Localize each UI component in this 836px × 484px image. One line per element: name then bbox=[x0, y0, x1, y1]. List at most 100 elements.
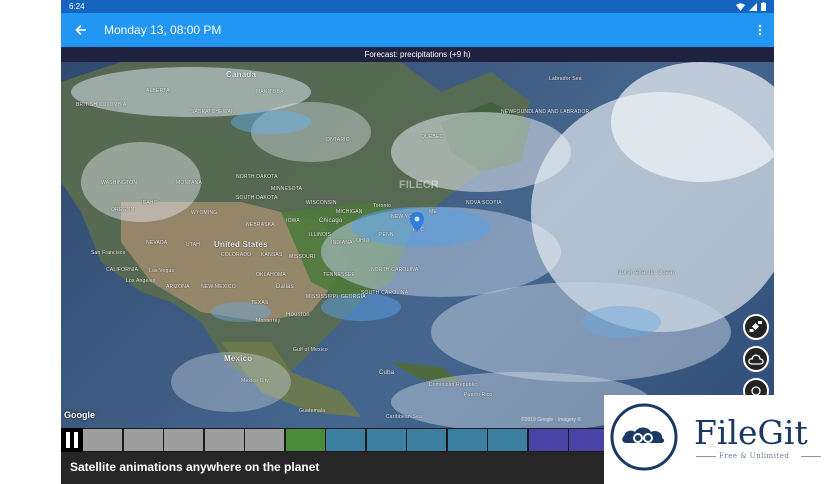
watermark: FILECR bbox=[399, 179, 439, 191]
map-label-monterrey: Monterrey bbox=[256, 318, 281, 324]
map-label-minnesota: MINNESOTA bbox=[271, 186, 303, 192]
status-bar: 6:24 bbox=[61, 0, 774, 13]
map-label-saskatchewan: SASKATCHEWAN bbox=[191, 109, 235, 115]
location-pin-icon[interactable] bbox=[410, 212, 424, 232]
timeline-segment[interactable] bbox=[245, 429, 284, 451]
timeline-segment[interactable] bbox=[528, 429, 568, 451]
map-label-quebec: QUEBEC bbox=[421, 134, 444, 140]
map-label-penn: PENN bbox=[379, 232, 394, 238]
pause-icon-bar bbox=[74, 432, 78, 448]
map-label-kansas: KANSAS bbox=[261, 252, 283, 258]
filegit-tagline: Free & Unlimited bbox=[719, 452, 790, 460]
map-label-georgia: GEORGIA bbox=[341, 294, 366, 300]
map-label-british-columbia: BRITISH COLUMBIA bbox=[76, 102, 127, 108]
map-label-newfoundland: NEWFOUNDLAND AND LABRADOR bbox=[501, 109, 590, 115]
status-icons bbox=[736, 0, 766, 13]
map-label-ohio: OHIO bbox=[356, 238, 370, 244]
timeline-segment[interactable] bbox=[407, 429, 446, 451]
forecast-label: Forecast: precipitations (+9 h) bbox=[61, 47, 774, 62]
map-label-united-states: United States bbox=[214, 240, 268, 249]
map-label-los-angeles: Los Angeles bbox=[126, 278, 156, 284]
map-label-oregon: OREGON bbox=[111, 207, 135, 213]
map-label-las-vegas: Las Vegas bbox=[149, 268, 175, 274]
map-label-caribbean-sea: Caribbean Sea bbox=[386, 414, 422, 420]
satellite-icon bbox=[749, 321, 762, 332]
satellite-layer-button[interactable] bbox=[743, 314, 769, 340]
map-label-wyoming: WYOMING bbox=[191, 210, 218, 216]
map-label-colorado: COLORADO bbox=[221, 252, 252, 258]
page-title: Monday 13, 08:00 PM bbox=[104, 23, 222, 37]
timeline-segment[interactable] bbox=[285, 429, 325, 451]
pause-icon bbox=[66, 432, 70, 448]
map-label-nevada: NEVADA bbox=[146, 240, 168, 246]
app-bar: Monday 13, 08:00 PM bbox=[61, 13, 774, 47]
map-label-iowa: IOWA bbox=[286, 218, 300, 224]
map-label-oklahoma: OKLAHOMA bbox=[256, 272, 286, 278]
map-label-north-dakota: NORTH DAKOTA bbox=[236, 174, 278, 180]
map-label-texas: TEXAS bbox=[251, 300, 269, 306]
timeline-segment[interactable] bbox=[488, 429, 527, 451]
status-time: 6:24 bbox=[69, 2, 85, 11]
cloud-layer-button[interactable] bbox=[743, 346, 769, 372]
map-label-guatemala: Guatemala bbox=[299, 408, 326, 414]
map-label-alberta: ALBERTA bbox=[146, 88, 170, 94]
google-logo: Google bbox=[64, 410, 95, 420]
map-label-south-carolina: SOUTH CAROLINA bbox=[361, 290, 409, 296]
map-label-labrador-sea: Labrador Sea bbox=[549, 76, 582, 82]
map-label-idaho: IDAHO bbox=[141, 200, 158, 206]
map-label-cuba: Cuba bbox=[379, 370, 395, 376]
map-label-montana: MONTANA bbox=[176, 180, 203, 186]
map-label-san-francisco: San Francisco bbox=[91, 250, 126, 256]
map-label-missouri: MISSOURI bbox=[289, 254, 316, 260]
wifi-icon bbox=[736, 2, 745, 11]
map-label-dallas: Dallas bbox=[276, 284, 294, 290]
map-label-wisconsin: WISCONSIN bbox=[306, 200, 337, 206]
map-label-dominican-republic: Dominican Republic bbox=[429, 382, 478, 388]
timeline-segment[interactable] bbox=[204, 429, 244, 451]
timeline-segment[interactable] bbox=[83, 429, 122, 451]
map-label-toronto: Toronto bbox=[373, 203, 392, 209]
map-label-utah: UTAH bbox=[186, 242, 201, 248]
map-label-indiana: INDIANA bbox=[331, 240, 353, 246]
map-label-puerto-rico: Puerto Rico bbox=[464, 392, 493, 398]
map-label-north-carolina: NORTH CAROLINA bbox=[371, 267, 419, 273]
map-label-tennessee: TENNESSEE bbox=[323, 272, 356, 278]
map-label-mexico: Mexico bbox=[224, 354, 253, 363]
map-label-manitoba: MANITOBA bbox=[256, 89, 284, 95]
map-label-ontario: ONTARIO bbox=[326, 137, 350, 143]
tagline-divider-left bbox=[696, 456, 716, 457]
filegit-name: FileGit bbox=[694, 413, 808, 452]
timeline-segment[interactable] bbox=[164, 429, 203, 451]
battery-icon bbox=[761, 2, 766, 11]
map-imagery bbox=[61, 62, 774, 428]
back-arrow-icon[interactable] bbox=[71, 20, 91, 40]
map-label-north-atlantic: North Atlantic Ocean bbox=[617, 270, 677, 276]
map-label-washington: WASHINGTON bbox=[101, 180, 138, 186]
map-label-mexico-city: Mexico City bbox=[241, 378, 270, 384]
map-label-michigan: MICHIGAN bbox=[336, 209, 363, 215]
map-label-canada: Canada bbox=[226, 70, 257, 79]
map-label-gulf-of-mexico: Gulf of Mexico bbox=[293, 347, 328, 353]
map-label-chicago: Chicago bbox=[319, 218, 343, 224]
map-label-california: CALIFORNIA bbox=[106, 267, 139, 273]
timeline-segment[interactable] bbox=[569, 429, 608, 451]
map-label-new-mexico: NEW MEXICO bbox=[201, 284, 236, 290]
timeline-segment[interactable] bbox=[447, 429, 487, 451]
satellite-map[interactable]: Canada ALBERTA MANITOBA SASKATCHEWAN BRI… bbox=[61, 62, 774, 428]
map-label-mississippi: MISSISSIPPI bbox=[306, 294, 338, 300]
pause-button[interactable] bbox=[61, 428, 83, 452]
signal-icon bbox=[749, 2, 757, 11]
map-label-south-dakota: SOUTH DAKOTA bbox=[236, 195, 278, 201]
timeline-segment[interactable] bbox=[366, 429, 406, 451]
filegit-logo bbox=[610, 403, 678, 471]
map-label-maine: ME bbox=[429, 209, 437, 215]
map-label-nebraska: NEBRASKA bbox=[246, 222, 275, 228]
map-label-illinois: ILLINOIS bbox=[309, 232, 332, 238]
timeline-segment[interactable] bbox=[123, 429, 163, 451]
map-attribution: ©2019 Google · Imagery © bbox=[521, 417, 581, 423]
tagline-divider-right bbox=[801, 456, 821, 457]
more-vert-icon[interactable] bbox=[754, 21, 766, 39]
map-label-nova-scotia: NOVA SCOTIA bbox=[466, 200, 502, 206]
timeline-segment[interactable] bbox=[326, 429, 365, 451]
filegit-watermark: FileGit Free & Unlimited bbox=[604, 395, 836, 484]
